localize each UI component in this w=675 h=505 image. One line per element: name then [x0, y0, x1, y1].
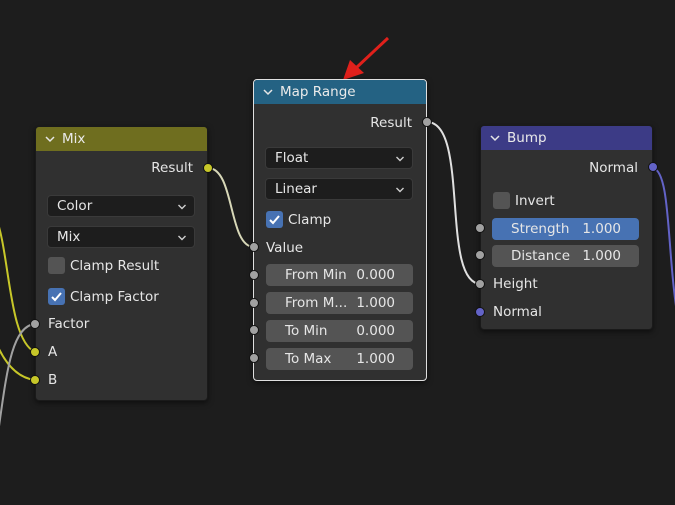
map-range-node-title: Map Range [280, 84, 356, 100]
field-label: Strength [511, 221, 570, 237]
chevron-down-icon [178, 204, 186, 210]
mix-clamp-factor-checkbox[interactable]: Clamp Factor [48, 288, 159, 305]
bump-invert-label: Invert [515, 192, 555, 209]
field-value: 0.000 [356, 267, 395, 283]
mix-clamp-result-label: Clamp Result [70, 257, 160, 274]
bump-input-normal: Normal [481, 301, 652, 323]
field-label: To Min [285, 323, 328, 339]
mix-node-title: Mix [62, 131, 86, 147]
bump-strength-socket[interactable] [475, 223, 485, 233]
map-range-value-socket[interactable] [249, 242, 259, 252]
field-value: 1.000 [356, 295, 395, 311]
link-map-range-to-bump[interactable] [426, 121, 482, 285]
mix-node-header[interactable]: Mix [36, 127, 207, 151]
map-range-data-type-value: Float [275, 150, 309, 166]
red-arrow-icon [343, 36, 390, 80]
link-mix-to-map-range[interactable] [207, 167, 255, 248]
bump-normal-input-socket[interactable] [475, 307, 485, 317]
map-range-data-type-dropdown[interactable]: Float [265, 147, 413, 169]
mix-clamp-factor-label: Clamp Factor [70, 288, 159, 305]
chevron-down-icon[interactable] [489, 132, 501, 144]
map-range-clamp-checkbox[interactable]: Clamp [266, 211, 331, 228]
map-range-output-label: Result [370, 115, 412, 131]
field-value: 1.000 [356, 351, 395, 367]
bump-height-socket[interactable] [475, 279, 485, 289]
bump-output-row: Normal [481, 157, 652, 179]
field-value: 1.000 [582, 221, 621, 237]
map-range-output-row: Result [254, 112, 426, 134]
map-range-value-label: Value [266, 240, 304, 256]
bump-normal-output-socket[interactable] [648, 162, 658, 172]
field-label: To Max [285, 351, 332, 367]
field-label: Distance [511, 248, 571, 264]
map-range-to-min-field[interactable]: To Min 0.000 [266, 320, 413, 342]
mix-b-socket[interactable] [30, 375, 40, 385]
map-range-result-socket[interactable] [422, 117, 432, 127]
checkbox-box[interactable] [48, 257, 65, 274]
mix-result-socket[interactable] [203, 163, 213, 173]
checkmark-icon [269, 215, 280, 225]
bump-input-label: Normal [493, 304, 542, 320]
link-to-mix-b[interactable] [0, 340, 36, 381]
map-range-clamp-label: Clamp [288, 211, 332, 228]
bump-strength-field[interactable]: Strength 1.000 [492, 218, 639, 240]
map-range-node-header[interactable]: Map Range [254, 80, 426, 104]
map-range-node[interactable]: Map Range Result Float Linear Clamp Valu… [253, 79, 427, 381]
map-range-to-max-socket[interactable] [249, 353, 259, 363]
checkbox-box[interactable] [266, 211, 283, 228]
map-range-from-max-field[interactable]: From M... 1.000 [266, 292, 413, 314]
mix-input-label: Factor [48, 316, 90, 332]
chevron-down-icon [396, 187, 404, 193]
mix-blend-mode-dropdown[interactable]: Mix [47, 226, 195, 248]
map-range-to-min-socket[interactable] [249, 325, 259, 335]
checkbox-box[interactable] [48, 288, 65, 305]
mix-data-type-value: Color [57, 198, 93, 214]
field-label: From M... [285, 295, 348, 311]
mix-output-label: Result [151, 160, 193, 176]
bump-invert-checkbox[interactable]: Invert [493, 192, 555, 209]
mix-data-type-dropdown[interactable]: Color [47, 195, 195, 217]
mix-output-row: Result [36, 157, 207, 179]
bump-node-header[interactable]: Bump [481, 126, 652, 150]
field-value: 1.000 [582, 248, 621, 264]
checkbox-box[interactable] [493, 192, 510, 209]
bump-input-height: Height [481, 273, 652, 295]
checkmark-icon [51, 292, 62, 302]
mix-blend-mode-value: Mix [57, 229, 81, 245]
mix-input-b: B [36, 369, 207, 391]
bump-node[interactable]: Bump Normal Invert Strength 1.000 Distan… [480, 125, 653, 330]
map-range-to-max-field[interactable]: To Max 1.000 [266, 348, 413, 370]
bump-output-label: Normal [589, 160, 638, 176]
map-range-input-value: Value [254, 237, 426, 259]
mix-input-label: B [48, 372, 58, 388]
mix-node[interactable]: Mix Result Color Mix Clamp Result Clamp … [35, 126, 208, 401]
bump-distance-field[interactable]: Distance 1.000 [492, 245, 639, 267]
link-to-mix-a[interactable] [0, 215, 36, 353]
map-range-from-max-socket[interactable] [249, 298, 259, 308]
map-range-interpolation-dropdown[interactable]: Linear [265, 178, 413, 200]
link-bump-out[interactable] [652, 167, 675, 330]
map-range-interpolation-value: Linear [275, 181, 317, 197]
mix-clamp-result-checkbox[interactable]: Clamp Result [48, 257, 159, 274]
field-label: From Min [285, 267, 347, 283]
field-value: 0.000 [356, 323, 395, 339]
map-range-from-min-socket[interactable] [249, 270, 259, 280]
chevron-down-icon[interactable] [262, 86, 274, 98]
bump-node-title: Bump [507, 130, 547, 146]
mix-factor-socket[interactable] [30, 319, 40, 329]
chevron-down-icon[interactable] [44, 133, 56, 145]
bump-input-label: Height [493, 276, 538, 292]
mix-input-a: A [36, 341, 207, 363]
mix-input-label: A [48, 344, 58, 360]
map-range-from-min-field[interactable]: From Min 0.000 [266, 264, 413, 286]
chevron-down-icon [178, 235, 186, 241]
chevron-down-icon [396, 156, 404, 162]
bump-distance-socket[interactable] [475, 250, 485, 260]
mix-a-socket[interactable] [30, 347, 40, 357]
mix-input-factor: Factor [36, 313, 207, 335]
